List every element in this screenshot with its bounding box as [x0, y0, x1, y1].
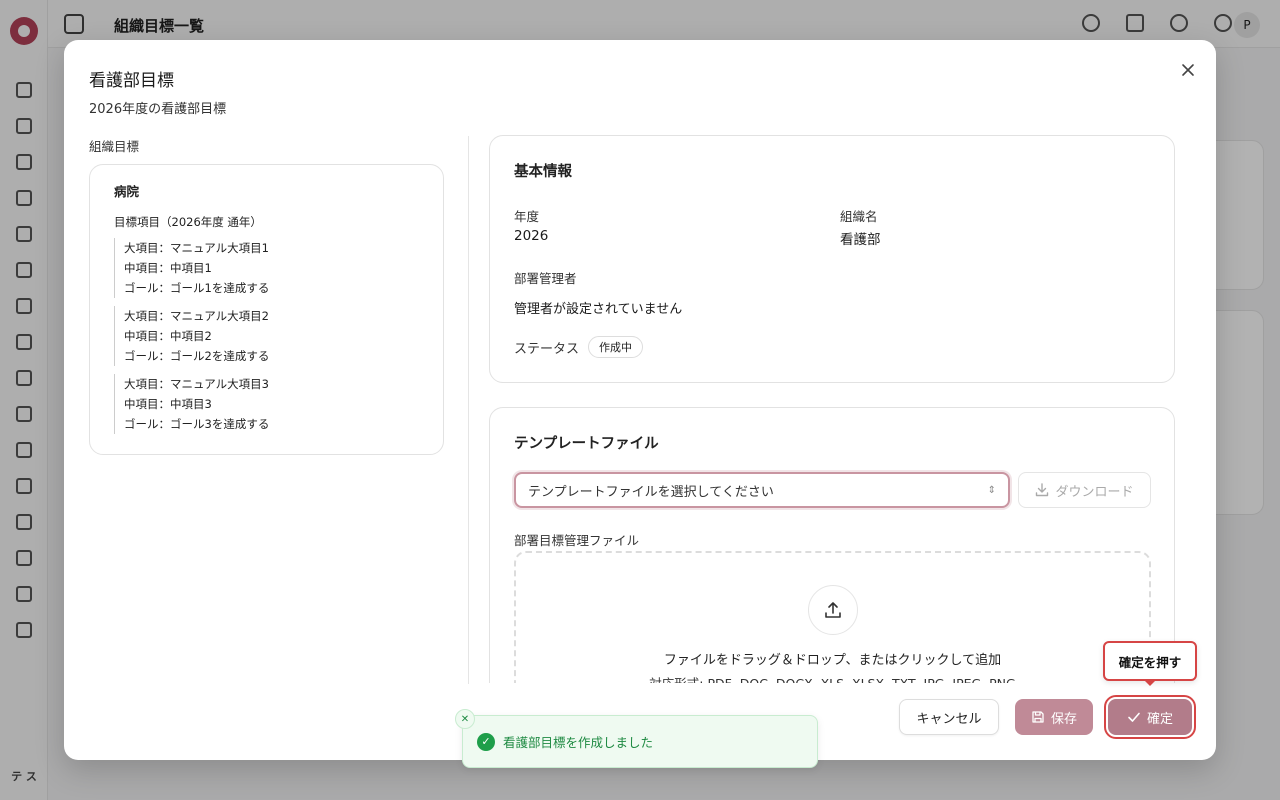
goal-middle-item: 中項目：中項目2: [124, 329, 212, 343]
save-icon: [1032, 711, 1044, 723]
confirm-label: 確定: [1146, 711, 1173, 727]
status-label: ステータス: [514, 342, 580, 357]
template-file-select[interactable]: テンプレートファイルを選択してください ⇕: [514, 472, 1010, 508]
year-value: 2026: [514, 228, 549, 244]
goal-target: ゴール：ゴール1を達成する: [124, 281, 270, 295]
manager-value: 管理者が設定されていません: [514, 302, 683, 317]
goal-target: ゴール：ゴール2を達成する: [124, 349, 270, 363]
goal-major-item: 大項目：マニュアル大項目2: [124, 309, 269, 323]
org-goals-card: 病院 目標項目（2026年度 通年） 大項目：マニュアル大項目1 中項目：中項目…: [89, 164, 444, 455]
file-dropzone[interactable]: ファイルをドラッグ＆ドロップ、またはクリックして追加 対応形式: PDF, DO…: [514, 551, 1151, 683]
manager-label: 部署管理者: [514, 271, 577, 286]
check-circle-icon: ✓: [477, 732, 495, 751]
dialog-description: 2026年度の看護部目標: [89, 102, 227, 117]
toast-close-icon[interactable]: ✕: [455, 709, 475, 729]
goal-dialog: 看護部目標 2026年度の看護部目標 組織目標 病院 目標項目（2026年度 通…: [64, 40, 1216, 760]
goal-group: 大項目：マニュアル大項目2 中項目：中項目2 ゴール：ゴール2を達成する: [114, 306, 419, 366]
goal-group: 大項目：マニュアル大項目1 中項目：中項目1 ゴール：ゴール1を達成する: [114, 238, 419, 298]
download-label: ダウンロード: [1055, 484, 1134, 500]
toast-message: 看護部目標を作成しました: [503, 735, 654, 750]
goal-major-item: 大項目：マニュアル大項目3: [124, 377, 269, 391]
template-select-placeholder: テンプレートファイルを選択してください: [528, 484, 774, 500]
check-icon: [1128, 712, 1140, 722]
tooltip-arrow: [1144, 680, 1156, 686]
status-badge: 作成中: [588, 336, 643, 358]
supported-formats: 対応形式: PDF, DOC, DOCX, XLS, XLSX, TXT, JP…: [516, 673, 1149, 683]
upload-icon: [808, 585, 858, 635]
template-file-card: テンプレートファイル テンプレートファイルを選択してください ⇕ ダウンロード …: [489, 407, 1175, 683]
org-name-label: 組織名: [840, 209, 878, 224]
goal-target: ゴール：ゴール3を達成する: [124, 417, 270, 431]
org-name-value: 看護部: [840, 232, 881, 248]
close-icon[interactable]: [1177, 59, 1199, 81]
goal-major-item: 大項目：マニュアル大項目1: [124, 241, 269, 255]
goal-middle-item: 中項目：中項目3: [124, 397, 212, 411]
confirm-button[interactable]: 確定: [1104, 695, 1196, 739]
template-heading: テンプレートファイル: [514, 436, 659, 452]
goal-group: 大項目：マニュアル大項目3 中項目：中項目3 ゴール：ゴール3を達成する: [114, 374, 419, 434]
year-label: 年度: [514, 209, 540, 224]
basic-info-heading: 基本情報: [514, 164, 572, 180]
org-name: 病院: [114, 184, 140, 199]
dialog-title: 看護部目標: [89, 71, 174, 91]
basic-info-card: 基本情報 年度 2026 組織名 看護部 部署管理者 管理者が設定されていません…: [489, 135, 1175, 383]
org-goals-section: 組織目標 病院 目標項目（2026年度 通年） 大項目：マニュアル大項目1 中項…: [89, 136, 444, 455]
save-label: 保存: [1050, 711, 1077, 727]
goal-period: 目標項目（2026年度 通年）: [114, 215, 262, 229]
goal-middle-item: 中項目：中項目1: [124, 261, 212, 275]
dept-goal-file-label: 部署目標管理ファイル: [514, 533, 640, 548]
download-icon: [1036, 483, 1049, 497]
success-toast: ✓ 看護部目標を作成しました: [462, 715, 818, 768]
chevron-up-down-icon: ⇕: [987, 484, 996, 496]
column-divider: [468, 136, 469, 684]
dropzone-instruction: ファイルをドラッグ＆ドロップ、またはクリックして追加: [663, 653, 1002, 668]
download-button[interactable]: ダウンロード: [1018, 472, 1151, 508]
confirm-hint-tooltip: 確定を押す: [1103, 641, 1197, 681]
cancel-button[interactable]: キャンセル: [899, 699, 999, 735]
detail-scroll-area[interactable]: 基本情報 年度 2026 組織名 看護部 部署管理者 管理者が設定されていません…: [489, 135, 1175, 683]
save-button[interactable]: 保存: [1015, 699, 1093, 735]
org-goals-label: 組織目標: [89, 139, 140, 154]
